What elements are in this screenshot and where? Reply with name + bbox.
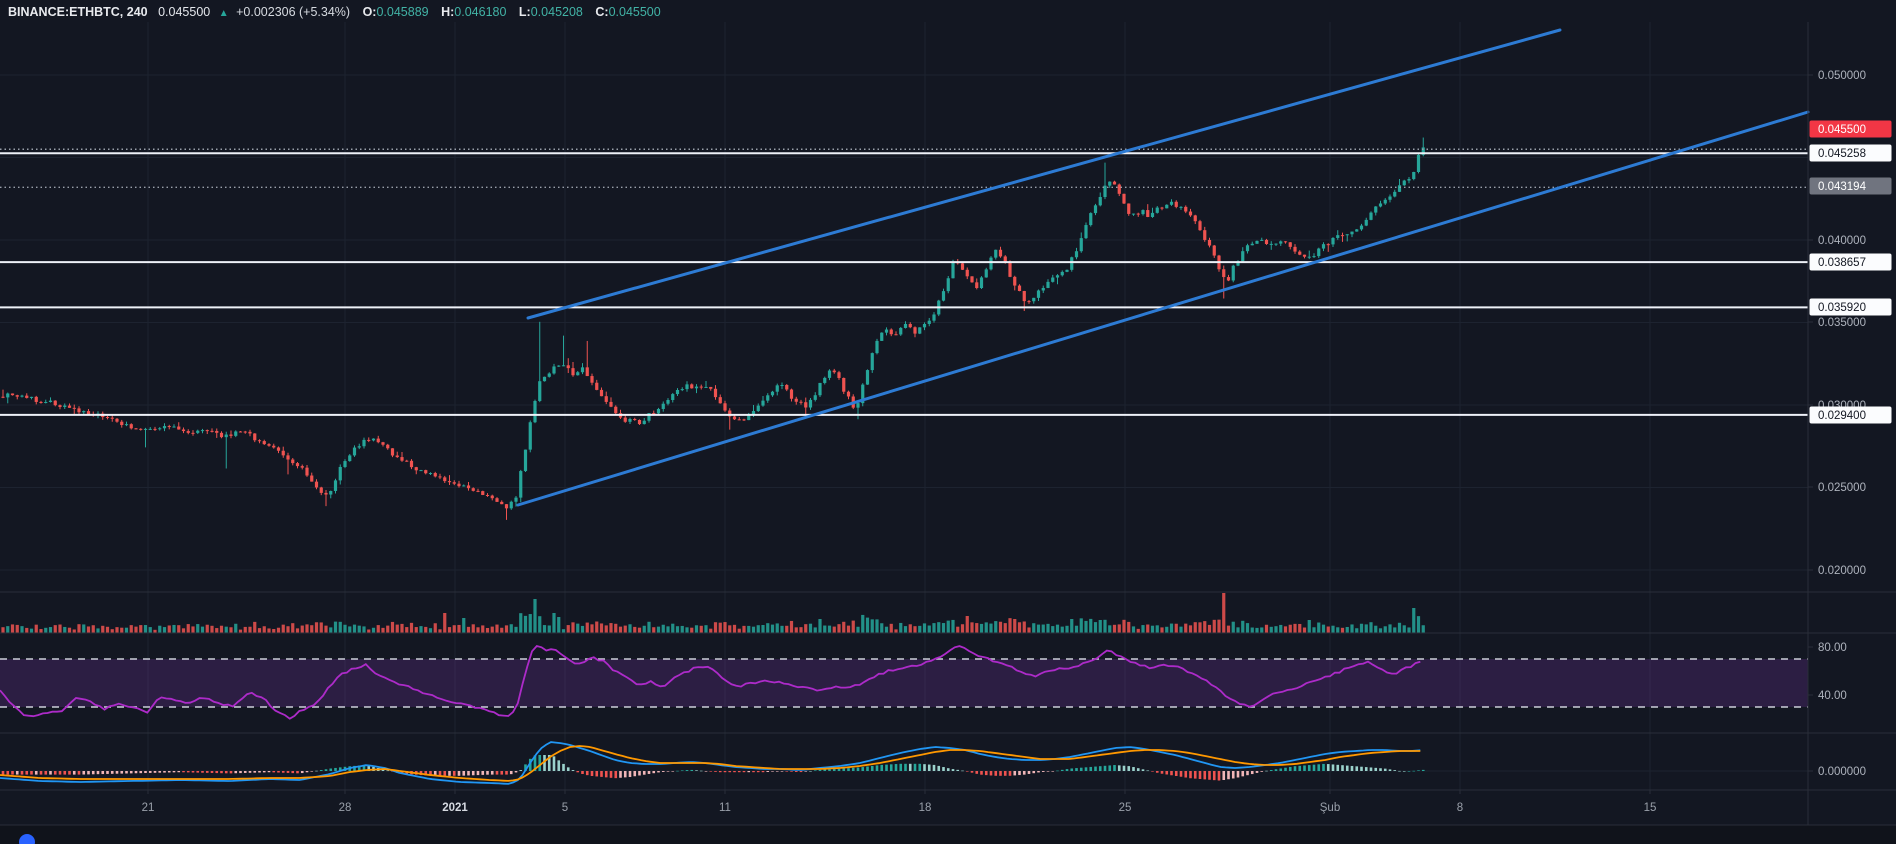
price-badge-label: 0.045500 [1818,124,1866,136]
high-value: 0.046180 [454,5,506,19]
price-tick-label: 0.050000 [1818,70,1866,82]
close-label: C: [595,5,608,19]
symbol-name: BINANCE:ETHBTC, 240 [8,5,148,19]
time-tick-label: 18 [919,802,932,814]
time-tick-label: Şub [1320,802,1340,814]
trading-chart-app: 0.0500000.0400000.0350000.0300000.025000… [0,0,1896,844]
time-tick-label: 8 [1457,802,1463,814]
rsi-band [0,659,1808,707]
time-tick-label: 25 [1119,802,1132,814]
time-tick-label: 15 [1644,802,1657,814]
price-tick-label: 0.020000 [1818,565,1866,577]
indicator-tick-label: 0.000000 [1818,766,1866,778]
time-tick-label: 21 [142,802,155,814]
price-change: +0.002306 (+5.34%) [236,5,350,19]
last-price: 0.045500 [158,5,210,19]
open-value: 0.045889 [376,5,428,19]
price-badge-label: 0.038657 [1818,257,1866,269]
indicator-tick-label: 80.00 [1818,642,1847,654]
low-label: L: [519,5,531,19]
time-tick-label: 5 [562,802,568,814]
price-tick-label: 0.025000 [1818,482,1866,494]
price-chart-canvas[interactable]: 0.0500000.0400000.0350000.0300000.025000… [0,0,1896,844]
close-value: 0.045500 [609,5,661,19]
indicator-tick-label: 40.00 [1818,690,1847,702]
low-value: 0.045208 [531,5,583,19]
time-tick-label: 28 [339,802,352,814]
time-tick-label: 11 [719,802,731,814]
price-badge-label: 0.029400 [1818,410,1866,422]
open-label: O: [363,5,377,19]
time-tick-label: 2021 [442,802,468,814]
price-tick-label: 0.035000 [1818,317,1866,329]
symbol-info-bar[interactable]: BINANCE:ETHBTC, 240 0.045500 ▲ +0.002306… [8,3,661,21]
price-badge-label: 0.043194 [1818,181,1867,193]
up-arrow-icon: ▲ [219,8,229,19]
high-label: H: [441,5,454,19]
price-badge-label: 0.045258 [1818,148,1866,160]
price-tick-label: 0.040000 [1818,235,1866,247]
price-badge-label: 0.035920 [1818,302,1866,314]
bottom-strip [0,825,1896,844]
